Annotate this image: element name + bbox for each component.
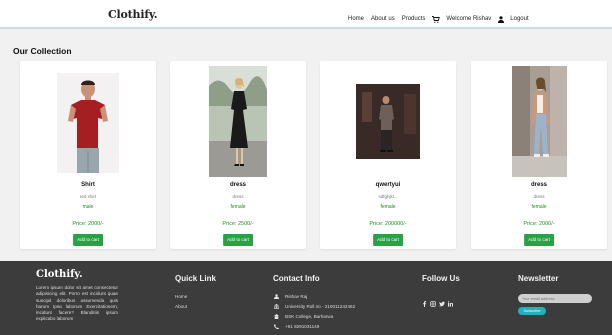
product-description: dress xyxy=(533,194,545,199)
person-icon xyxy=(273,294,280,299)
twitter-icon[interactable] xyxy=(439,294,445,312)
product-image[interactable] xyxy=(57,73,119,173)
contact-roll: University Roll no - 210011242462 xyxy=(285,304,356,309)
contact-college-row: BSK College, Barharwa xyxy=(273,314,333,319)
newsletter-heading: Newsletter xyxy=(518,274,559,283)
social-links xyxy=(422,294,453,312)
brand-logo[interactable]: Clothify. xyxy=(108,8,158,21)
quick-link-heading: Quick Link xyxy=(175,274,216,283)
nav-products-link[interactable]: Products xyxy=(402,16,426,22)
follow-heading: Follow Us xyxy=(422,274,460,283)
product-price: Price: 2000/- xyxy=(523,221,555,227)
user-icon xyxy=(498,10,505,28)
product-card: dress dress female Price: 2500/- Add to … xyxy=(170,61,306,249)
building-icon xyxy=(273,314,280,319)
navbar: Clothify. Home About us Products Welcome… xyxy=(0,0,612,29)
product-name: dress xyxy=(530,182,547,188)
product-description: red shirt xyxy=(79,194,97,199)
cart-icon[interactable] xyxy=(432,10,441,28)
footer-about-text: Lorem ipsum dolor sit amet consectetur a… xyxy=(36,285,118,322)
product-card: qwertyui sdfghjkl... female Price: 20000… xyxy=(320,61,456,249)
footer-brand: Clothify. xyxy=(36,269,83,280)
logout-link[interactable]: Logout xyxy=(510,16,528,22)
linkedin-icon[interactable] xyxy=(447,294,453,312)
product-price: Price: 2500/- xyxy=(222,221,254,227)
contact-heading: Contact Info xyxy=(273,274,320,283)
product-price: Price: 2000/- xyxy=(72,221,104,227)
add-to-cart-button[interactable]: Add to cart xyxy=(373,234,403,246)
welcome-text: Welcome Rishav xyxy=(446,16,492,22)
add-to-cart-button[interactable]: Add to cart xyxy=(73,234,103,246)
contact-college: BSK College, Barharwa xyxy=(285,314,334,319)
add-to-cart-button[interactable]: Add to cart xyxy=(223,234,253,246)
footer-home-link[interactable]: Home xyxy=(175,294,187,299)
product-name: qwertyui xyxy=(375,182,401,188)
product-image[interactable] xyxy=(209,66,267,177)
add-to-cart-button[interactable]: Add to cart xyxy=(524,234,554,246)
subscribe-button[interactable]: Subscribe xyxy=(518,307,546,315)
footer-about-link[interactable]: About xyxy=(175,304,187,309)
nav-home-link[interactable]: Home xyxy=(348,16,364,22)
product-description: sdfghjkl... xyxy=(378,194,398,199)
product-price: Price: 200000/- xyxy=(369,221,407,227)
contact-name-row: Rishav Raj xyxy=(273,294,307,299)
product-name: Shirt xyxy=(81,182,95,188)
section-title: Our Collection xyxy=(13,46,72,56)
product-card: dress dress female Price: 2000/- Add to … xyxy=(471,61,607,249)
product-name: dress xyxy=(229,182,246,188)
contact-phone: +91 8291031149 xyxy=(285,324,320,329)
product-description: dress xyxy=(232,194,244,199)
contact-phone-row: +91 8291031149 xyxy=(273,324,319,329)
contact-name: Rishav Raj xyxy=(285,294,308,299)
nav-about-link[interactable]: About us xyxy=(371,16,395,22)
product-gender: female xyxy=(380,204,396,210)
product-card: Shirt red shirt male Price: 2000/- Add t… xyxy=(20,61,156,249)
product-gender: male xyxy=(82,204,94,210)
product-gender: female xyxy=(230,204,246,210)
contact-roll-row: University Roll no - 210011242462 xyxy=(273,304,355,309)
facebook-icon[interactable] xyxy=(422,294,427,312)
product-image[interactable] xyxy=(356,84,420,159)
phone-icon xyxy=(273,324,280,329)
newsletter-email-input[interactable] xyxy=(518,294,592,303)
product-gender: female xyxy=(531,204,547,210)
nav-links: Home About us Products Welcome Rishav Lo… xyxy=(348,10,536,28)
product-image[interactable] xyxy=(512,66,567,177)
instagram-icon[interactable] xyxy=(430,294,436,312)
university-icon xyxy=(273,304,280,309)
